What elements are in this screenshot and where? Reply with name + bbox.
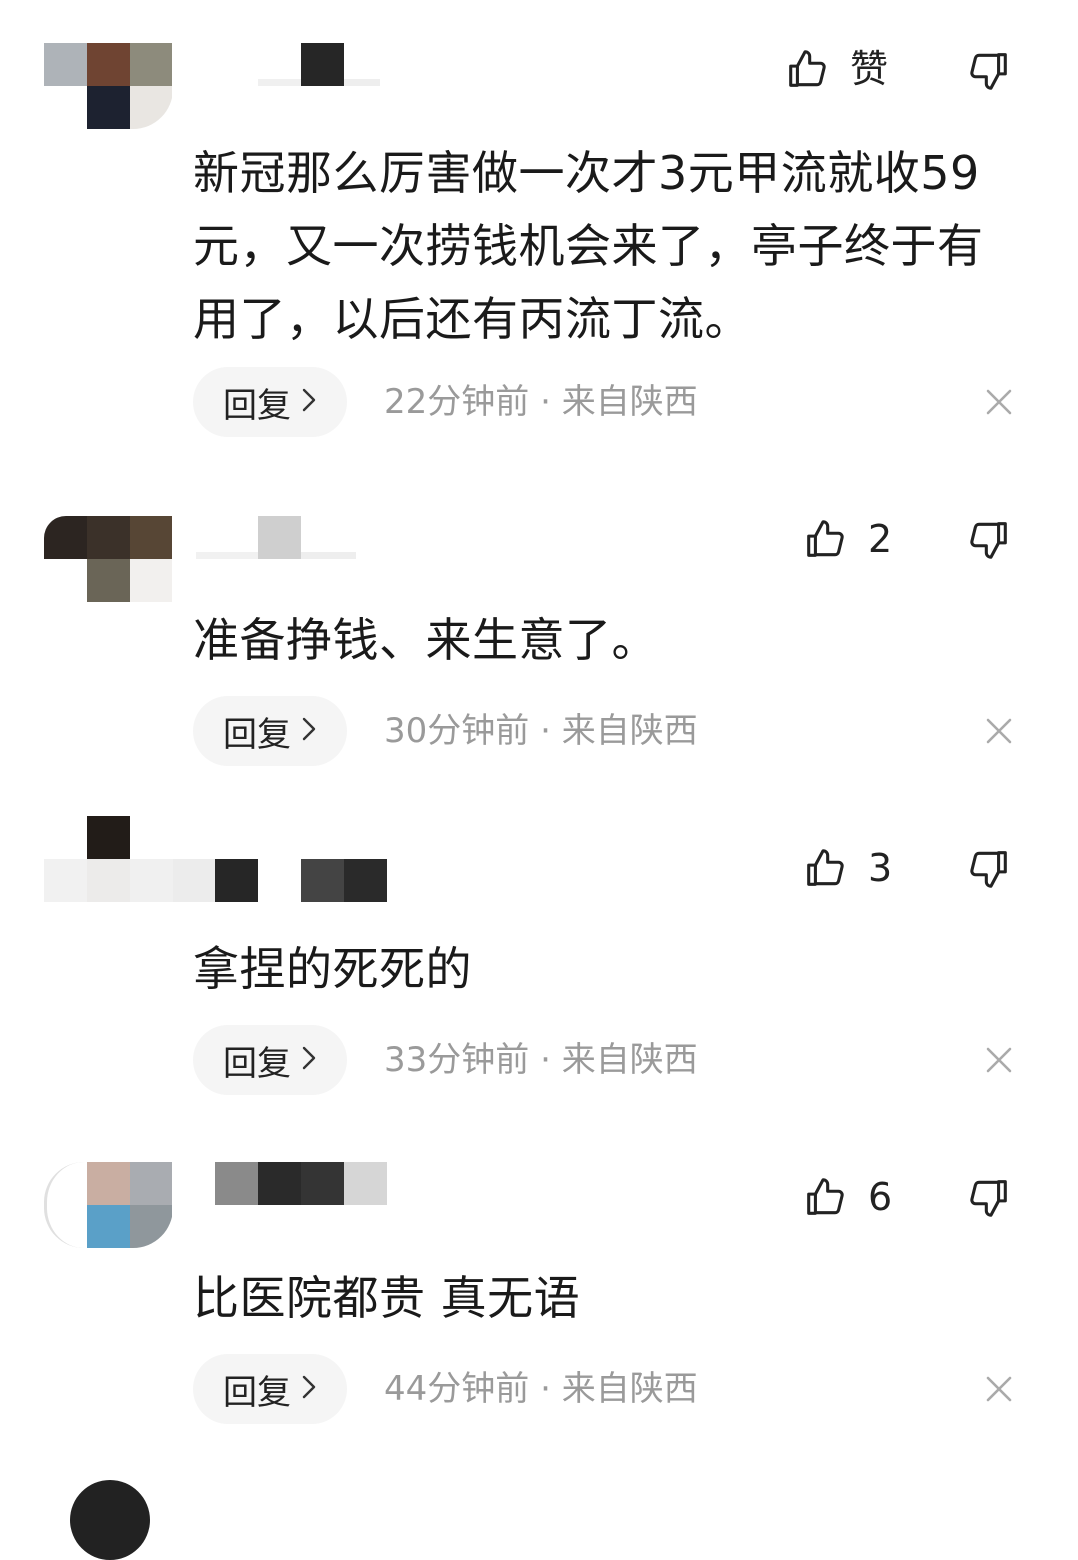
like-button[interactable]: 3 (802, 843, 892, 893)
thumbs-up-icon (789, 50, 826, 87)
like-button[interactable]: 赞 (784, 44, 888, 94)
thumbs-down-icon (970, 53, 1007, 90)
avatar[interactable] (44, 816, 216, 902)
dislike-button[interactable] (966, 48, 1012, 98)
meta-separator: · (529, 711, 562, 751)
thumbs-down-icon (970, 851, 1007, 888)
comment-meta: 30分钟前 · 来自陕西 (384, 696, 698, 766)
reply-button[interactable]: 回复 (193, 696, 347, 766)
close-icon[interactable] (984, 1045, 1014, 1079)
meta-separator: · (529, 1040, 562, 1080)
like-button[interactable]: 2 (802, 514, 892, 564)
comment-location: 来自陕西 (561, 1369, 698, 1409)
like-button[interactable]: 6 (802, 1172, 892, 1222)
comment-location: 来自陕西 (561, 711, 698, 751)
reply-button[interactable]: 回复 (193, 1354, 347, 1424)
dislike-button[interactable] (966, 1175, 1012, 1225)
comment-time: 22分钟前 (384, 382, 530, 422)
thumbs-up-icon (807, 1178, 844, 1215)
avatar[interactable] (70, 1480, 150, 1560)
username[interactable] (215, 1162, 387, 1205)
reply-button[interactable]: 回复 (193, 367, 347, 437)
comment-location: 来自陕西 (561, 1040, 698, 1080)
reply-label: 回复 (223, 385, 291, 426)
username[interactable] (196, 516, 366, 559)
username[interactable] (215, 859, 387, 902)
comment-meta: 44分钟前 · 来自陕西 (384, 1354, 698, 1424)
reply-button[interactable]: 回复 (193, 1025, 347, 1095)
comment-time: 33分钟前 (384, 1040, 530, 1080)
like-count: 3 (868, 846, 893, 890)
chevron-right-icon (301, 1369, 317, 1409)
meta-separator: · (529, 382, 562, 422)
reply-label: 回复 (223, 1043, 291, 1084)
thumbs-up-icon (807, 849, 844, 886)
avatar[interactable] (44, 1162, 172, 1248)
meta-separator: · (529, 1369, 562, 1409)
close-icon[interactable] (984, 716, 1014, 750)
like-count: 赞 (850, 47, 889, 91)
comment-meta: 33分钟前 · 来自陕西 (384, 1025, 698, 1095)
avatar[interactable] (44, 43, 172, 129)
comment-time: 30分钟前 (384, 711, 530, 751)
close-icon[interactable] (984, 1374, 1014, 1408)
dislike-button[interactable] (966, 517, 1012, 567)
like-count: 6 (868, 1175, 893, 1219)
avatar[interactable] (44, 516, 172, 602)
comment-time: 44分钟前 (384, 1369, 530, 1409)
chevron-right-icon (301, 382, 317, 422)
comment-text: 拿捏的死死的 (193, 942, 472, 996)
reply-label: 回复 (223, 714, 291, 755)
comment-meta: 22分钟前 · 来自陕西 (384, 367, 698, 437)
comment-text: 比医院都贵 真无语 (193, 1271, 581, 1325)
thumbs-down-icon (970, 1180, 1007, 1217)
like-count: 2 (868, 517, 893, 561)
reply-label: 回复 (223, 1372, 291, 1413)
close-icon[interactable] (984, 387, 1014, 421)
thumbs-up-icon (807, 520, 844, 557)
dislike-button[interactable] (966, 846, 1012, 896)
comment-location: 来自陕西 (561, 382, 698, 422)
username[interactable] (258, 43, 388, 86)
chevron-right-icon (301, 711, 317, 751)
comment-text: 准备挣钱、来生意了。 (193, 613, 658, 667)
comment-text: 新冠那么厉害做一次才3元甲流就收59元，又一次捞钱机会来了，亭子终于有用了，以后… (193, 146, 984, 346)
chevron-right-icon (301, 1040, 317, 1080)
thumbs-down-icon (970, 522, 1007, 559)
